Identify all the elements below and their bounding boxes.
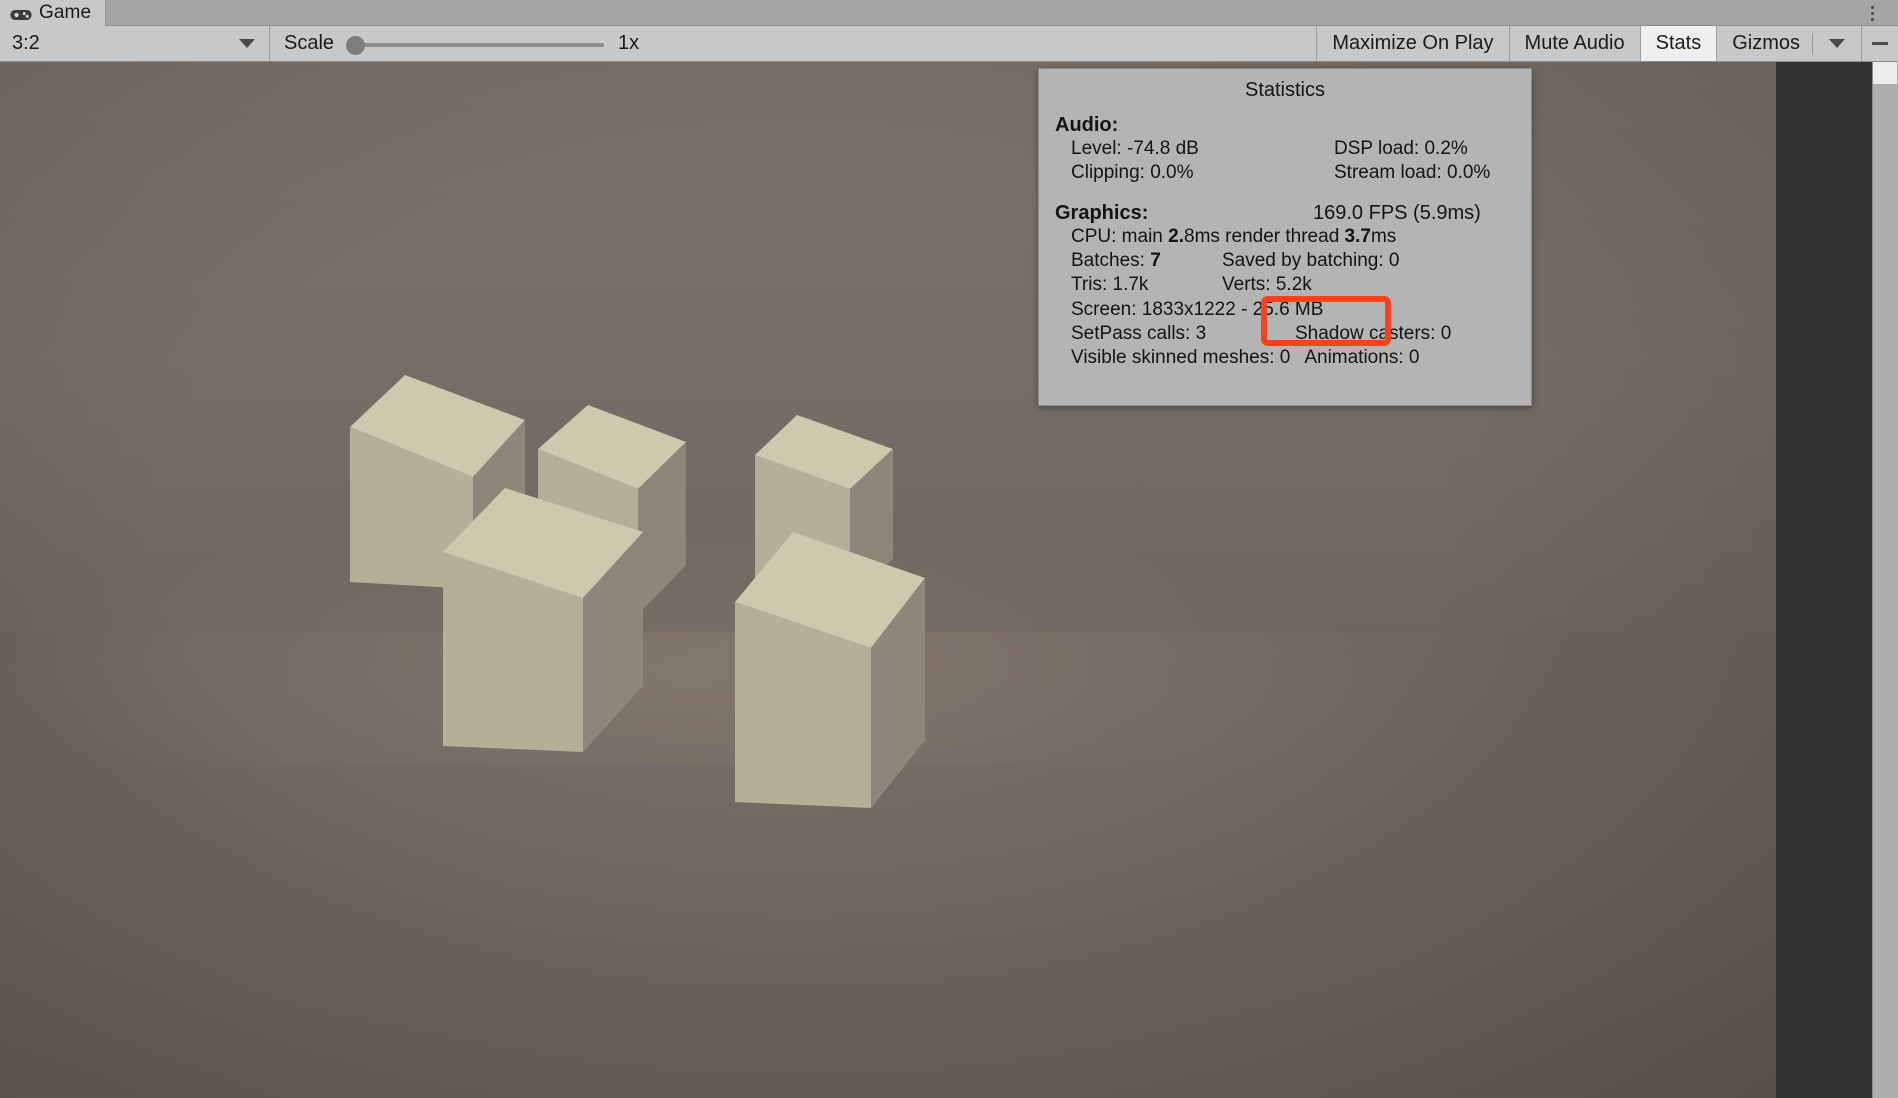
statistics-panel: Statistics Audio: Level: -74.8 dB DSP lo…: [1038, 68, 1532, 406]
shadow-casters-label: Shadow casters: 0: [1295, 322, 1452, 344]
scale-slider[interactable]: [346, 32, 605, 56]
batches-label: Batches:: [1071, 249, 1151, 271]
cpu-main-value: 2.: [1168, 225, 1184, 247]
verts-label: Verts: 5.2k: [1222, 274, 1312, 296]
graphics-row-tris-verts: Tris: 1.7k Verts: 5.2k: [1055, 273, 1515, 297]
scale-label: Scale: [284, 32, 335, 54]
scale-slider-track[interactable]: [364, 42, 605, 47]
saved-by-batching-label: Saved by batching: 0: [1222, 249, 1400, 271]
statistics-title: Statistics: [1244, 79, 1326, 101]
audio-section-heading: Audio:: [1055, 114, 1119, 136]
audio-stream-load-label: Stream load: 0.0%: [1334, 162, 1491, 184]
tab-strip: Game: [0, 0, 1898, 26]
aspect-ratio-dropdown[interactable]: 3:2: [0, 26, 270, 61]
graphics-row-skinned-meshes: Visible skinned meshes: 0 Animations: 0: [1055, 346, 1515, 370]
stats-button[interactable]: Stats: [1640, 26, 1718, 61]
graphics-row-batches: Batches: 7 Saved by batching: 0: [1055, 249, 1515, 273]
tab-game-label: Game: [39, 2, 92, 23]
scale-value-label: 1x: [618, 32, 640, 54]
maximize-on-play-button[interactable]: Maximize On Play: [1317, 26, 1510, 61]
gamepad-icon: [10, 6, 32, 20]
setpass-calls-label: SetPass calls: 3: [1071, 322, 1207, 344]
render-thread-suffix: ms: [1370, 225, 1397, 247]
audio-clipping-label: Clipping: 0.0%: [1071, 162, 1194, 184]
audio-dsp-load-label: DSP load: 0.2%: [1334, 138, 1468, 159]
tris-label: Tris: 1.7k: [1071, 274, 1149, 296]
gizmos-button[interactable]: Gizmos: [1717, 32, 1812, 55]
chevron-down-icon: [239, 39, 255, 48]
cpu-main-suffix: 8ms: [1184, 225, 1220, 247]
graphics-fps-label: 169.0 FPS (5.9ms): [1313, 201, 1481, 224]
graphics-row-cpu: CPU: main 2.8ms render thread 3.7ms: [1055, 225, 1515, 249]
graphics-row-screen: Screen: 1833x1222 - 25.6 MB: [1071, 298, 1324, 320]
aspect-ratio-value: 3:2: [12, 32, 40, 54]
statistics-body: Audio: Level: -74.8 dB DSP load: 0.2% Cl…: [1039, 114, 1531, 371]
unity-game-view-window: Game 3:2 Scale 1x Maximize On Play Mute …: [0, 0, 1898, 1098]
vertical-scrollbar[interactable]: [1872, 62, 1898, 1098]
gizmos-dropdown-button[interactable]: [1813, 39, 1861, 48]
visible-skinned-meshes-label: Visible skinned meshes: 0: [1071, 347, 1291, 369]
scale-slider-thumb[interactable]: [346, 35, 366, 55]
audio-level-label: Level: -74.8 dB: [1071, 138, 1199, 159]
audio-row-level: Level: -74.8 dB DSP load: 0.2%: [1055, 137, 1515, 161]
graphics-section-heading: Graphics:: [1055, 201, 1149, 224]
render-thread-label: render thread: [1219, 225, 1345, 247]
gizmos-control-group: Gizmos: [1717, 26, 1862, 61]
dash-icon: [1872, 42, 1888, 45]
chevron-down-icon: [1829, 39, 1845, 48]
audio-row-clipping: Clipping: 0.0% Stream load: 0.0%: [1055, 161, 1515, 185]
graphics-section-header: Graphics: 169.0 FPS (5.9ms): [1055, 202, 1515, 225]
toolbar-overflow-button[interactable]: [1862, 26, 1898, 61]
game-view-toolbar: 3:2 Scale 1x Maximize On Play Mute Audio…: [0, 26, 1898, 62]
kebab-menu-icon[interactable]: [1862, 2, 1882, 24]
tab-game[interactable]: Game: [0, 0, 107, 26]
render-thread-value: 3.7: [1344, 225, 1371, 247]
graphics-row-setpass: SetPass calls: 3 Shadow casters: 0: [1055, 322, 1515, 346]
batches-stat: Batches: 7: [1055, 249, 1212, 273]
editor-background-gutter: [1776, 62, 1872, 1098]
vertical-scrollbar-thumb[interactable]: [1873, 62, 1897, 84]
animations-label: Animations: 0: [1304, 347, 1420, 369]
cpu-main-prefix: CPU: main: [1071, 225, 1169, 247]
mute-audio-button[interactable]: Mute Audio: [1509, 26, 1641, 61]
scale-control-group: Scale 1x: [270, 26, 1318, 61]
batches-value: 7: [1150, 249, 1161, 271]
